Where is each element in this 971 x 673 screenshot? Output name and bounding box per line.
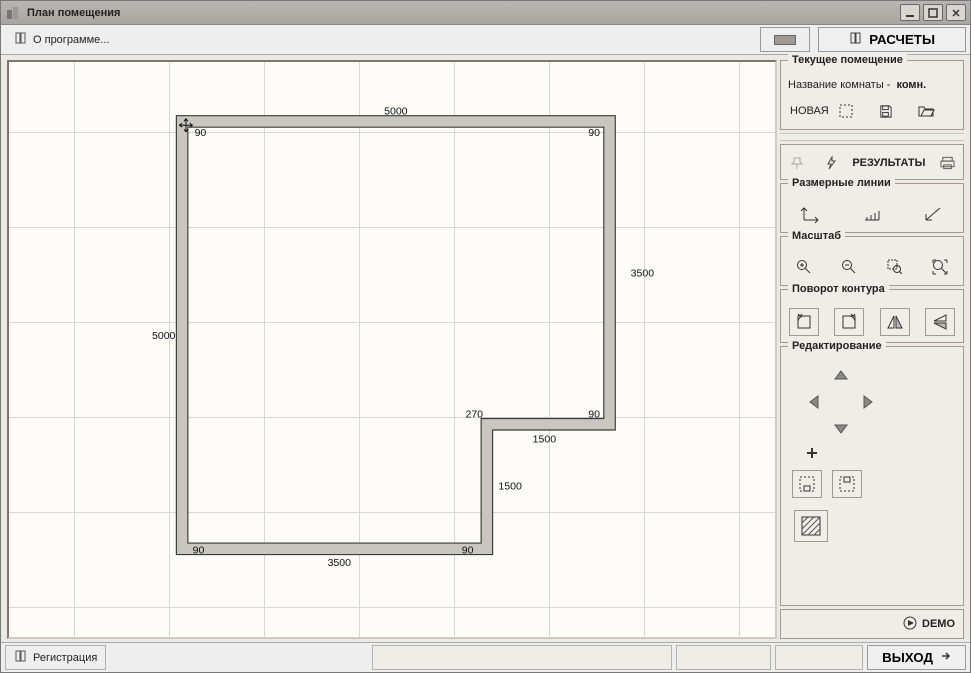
flip-h-button[interactable]	[880, 308, 910, 336]
about-label: О программе...	[33, 34, 109, 46]
floorplan-canvas[interactable]: 5000 5000 3500 270 1500 1500 3500 90 90 …	[7, 60, 777, 639]
statusbar: Регистрация ВЫХОД	[1, 642, 970, 672]
calc-button[interactable]: РАСЧЕТЫ	[818, 27, 966, 52]
exit-icon	[939, 650, 951, 665]
register-label: Регистрация	[33, 652, 97, 664]
svg-text:5000: 5000	[384, 106, 408, 118]
svg-text:90: 90	[193, 545, 205, 557]
nudge-up-button[interactable]	[828, 363, 854, 389]
nudge-left-button[interactable]	[802, 389, 828, 415]
svg-text:90: 90	[588, 409, 600, 421]
close-button[interactable]	[946, 4, 966, 21]
svg-text:1500: 1500	[533, 433, 557, 445]
app-window: План помещения О программе... РАСЧЕТЫ	[0, 0, 971, 673]
svg-text:90: 90	[195, 127, 207, 139]
titlebar: План помещения	[1, 1, 970, 25]
add-point-button[interactable]	[806, 447, 958, 462]
play-icon[interactable]	[903, 616, 917, 633]
cut-out-button[interactable]	[832, 470, 862, 498]
panel-rotate: Поворот контура	[780, 289, 964, 343]
hatch-button[interactable]	[794, 510, 828, 542]
panel-legend: Текущее помещение	[788, 54, 907, 66]
maximize-button[interactable]	[923, 4, 943, 21]
panel-legend: Поворот контура	[788, 283, 889, 295]
nudge-right-button[interactable]	[854, 389, 880, 415]
panel-legend: Масштаб	[788, 230, 845, 242]
pin-icon	[785, 151, 809, 175]
status-segment-1	[372, 645, 672, 670]
new-room-button[interactable]	[833, 99, 859, 123]
svg-text:1500: 1500	[498, 480, 522, 492]
svg-text:3500: 3500	[328, 557, 352, 569]
status-segment-3	[775, 645, 863, 670]
about-icon	[14, 31, 28, 48]
panel-edit: Редактирование	[780, 346, 964, 606]
zoom-region-button[interactable]	[882, 255, 908, 279]
top-toolbar: О программе... РАСЧЕТЫ	[1, 25, 970, 55]
new-room-label: НОВАЯ	[790, 105, 829, 117]
zoom-fit-button[interactable]	[927, 255, 953, 279]
dim-tool-1[interactable]	[798, 202, 824, 226]
panel-current-room: Текущее помещение Название комнаты - ком…	[780, 60, 964, 130]
svg-text:90: 90	[462, 545, 474, 557]
side-panel: Текущее помещение Название комнаты - ком…	[780, 60, 964, 639]
window-title: План помещения	[27, 7, 900, 19]
svg-text:90: 90	[588, 127, 600, 139]
floorplan-drawing: 5000 5000 3500 270 1500 1500 3500 90 90 …	[9, 62, 775, 637]
panel-results: РЕЗУЛЬТАТЫ	[780, 144, 964, 180]
cut-in-button[interactable]	[792, 470, 822, 498]
calc-icon	[849, 31, 863, 48]
room-name-value: комн.	[896, 79, 926, 91]
nudge-down-button[interactable]	[828, 415, 854, 441]
zoom-out-button[interactable]	[836, 255, 862, 279]
flip-v-button[interactable]	[925, 308, 955, 336]
app-icon	[5, 5, 21, 21]
register-button[interactable]: Регистрация	[5, 645, 106, 670]
panel-legend: Редактирование	[788, 340, 886, 352]
panel-dim-lines: Размерные линии	[780, 183, 964, 233]
zoom-in-button[interactable]	[791, 255, 817, 279]
save-button[interactable]	[873, 99, 899, 123]
dim-tool-2[interactable]	[859, 202, 885, 226]
minimize-button[interactable]	[900, 4, 920, 21]
svg-text:5000: 5000	[152, 330, 176, 342]
demo-label[interactable]: DEMO	[922, 618, 955, 630]
open-button[interactable]	[913, 99, 939, 123]
rotate-cw-button[interactable]	[834, 308, 864, 336]
lightning-icon[interactable]	[819, 151, 843, 175]
exit-button[interactable]: ВЫХОД	[867, 645, 966, 670]
register-icon	[14, 649, 28, 666]
svg-text:270: 270	[465, 409, 483, 421]
results-label[interactable]: РЕЗУЛЬТАТЫ	[852, 157, 925, 169]
svg-text:3500: 3500	[631, 268, 655, 280]
dim-tool-3[interactable]	[920, 202, 946, 226]
rotate-ccw-button[interactable]	[789, 308, 819, 336]
room-name-label: Название комнаты -	[788, 79, 890, 91]
color-well[interactable]	[760, 27, 810, 52]
print-icon[interactable]	[935, 151, 959, 175]
demo-bar: DEMO	[780, 609, 964, 639]
exit-label: ВЫХОД	[882, 650, 933, 665]
status-segment-2	[676, 645, 771, 670]
panel-legend: Размерные линии	[788, 177, 895, 189]
about-button[interactable]: О программе...	[5, 27, 118, 52]
calc-label: РАСЧЕТЫ	[869, 32, 935, 47]
panel-scale: Масштаб	[780, 236, 964, 286]
